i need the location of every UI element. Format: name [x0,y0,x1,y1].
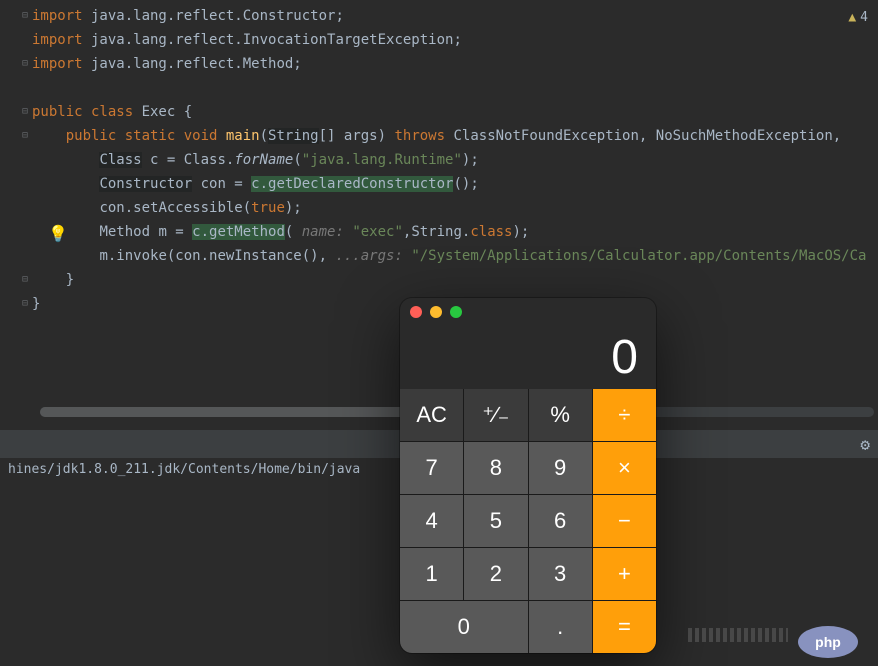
lightbulb-icon[interactable]: 💡 [48,222,68,246]
fold-icon[interactable]: ⊟ [22,4,28,28]
key-0[interactable]: 0 [400,601,528,653]
warning-triangle-icon: ▲ [848,6,856,30]
key-2[interactable]: 2 [464,548,527,600]
key-sign[interactable]: ⁺∕₋ [464,389,527,441]
key-1[interactable]: 1 [400,548,463,600]
php-logo: php [798,626,858,658]
gear-icon[interactable]: ⚙ [860,435,870,454]
fold-icon[interactable]: ⊟ [22,124,28,148]
minimize-icon[interactable] [430,306,442,318]
key-8[interactable]: 8 [464,442,527,494]
key-multiply[interactable]: × [593,442,656,494]
key-3[interactable]: 3 [529,548,592,600]
key-subtract[interactable]: − [593,495,656,547]
key-6[interactable]: 6 [529,495,592,547]
console-line: hines/jdk1.8.0_211.jdk/Contents/Home/bin… [8,462,360,477]
warning-count: 4 [860,6,868,30]
key-9[interactable]: 9 [529,442,592,494]
calculator-window[interactable]: 0 AC ⁺∕₋ % ÷ 7 8 9 × 4 5 6 − 1 2 3 + 0 .… [400,298,656,653]
window-titlebar[interactable] [400,298,656,325]
key-clear[interactable]: AC [400,389,463,441]
key-add[interactable]: + [593,548,656,600]
key-5[interactable]: 5 [464,495,527,547]
fold-icon[interactable]: ⊟ [22,268,28,292]
key-4[interactable]: 4 [400,495,463,547]
key-7[interactable]: 7 [400,442,463,494]
scrollbar-thumb[interactable] [40,407,440,417]
calculator-display: 0 [400,325,656,389]
key-divide[interactable]: ÷ [593,389,656,441]
watermark-scribble [688,628,788,642]
fold-icon[interactable]: ⊟ [22,52,28,76]
key-equals[interactable]: = [593,601,656,653]
code-editor[interactable]: ▲ 4 ⊟import java.lang.reflect.Constructo… [0,0,878,320]
close-icon[interactable] [410,306,422,318]
fold-icon[interactable]: ⊟ [22,100,28,124]
warning-indicator[interactable]: ▲ 4 [848,6,868,30]
maximize-icon[interactable] [450,306,462,318]
key-percent[interactable]: % [529,389,592,441]
key-decimal[interactable]: . [529,601,592,653]
calculator-keypad: AC ⁺∕₋ % ÷ 7 8 9 × 4 5 6 − 1 2 3 + 0 . = [400,389,656,653]
fold-icon[interactable]: ⊟ [22,292,28,316]
